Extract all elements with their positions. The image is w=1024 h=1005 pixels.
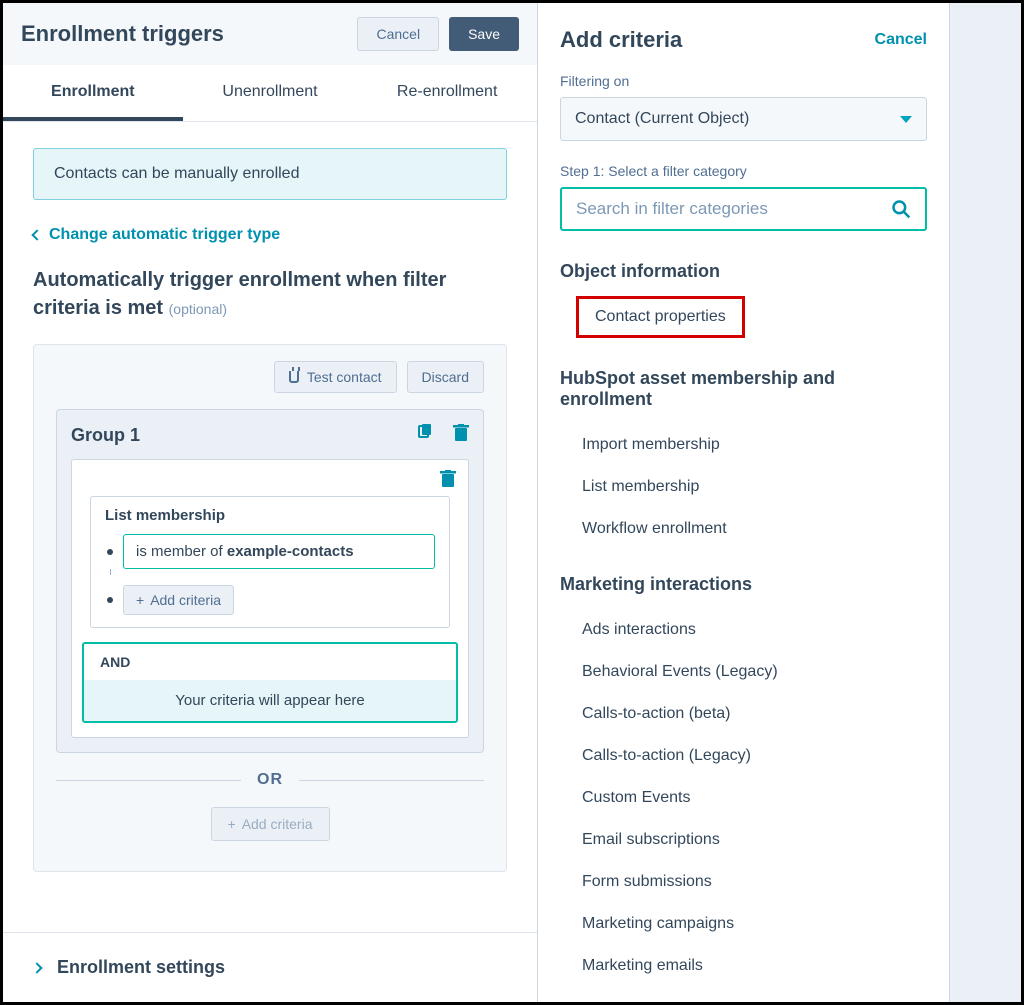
add-criteria-button-inner[interactable]: + Add criteria <box>123 585 234 615</box>
discard-button[interactable]: Discard <box>407 361 484 393</box>
and-label: AND <box>84 644 456 680</box>
item-cta-legacy[interactable]: Calls-to-action (Legacy) <box>560 735 919 777</box>
right-gutter <box>949 3 1021 1002</box>
search-box[interactable] <box>560 187 927 231</box>
left-header: Enrollment triggers Cancel Save <box>3 3 537 65</box>
filtering-on-label: Filtering on <box>560 73 927 89</box>
plus-icon: + <box>136 592 144 608</box>
item-form-submissions[interactable]: Form submissions <box>560 861 919 903</box>
filter-object-select[interactable]: Contact (Current Object) <box>560 97 927 141</box>
section-marketing-interactions: Marketing interactions Ads interactions … <box>560 574 919 987</box>
enrollment-settings-label: Enrollment settings <box>57 957 225 978</box>
group-head: Group 1 <box>71 424 469 447</box>
test-contact-label: Test contact <box>307 369 382 385</box>
add-criteria-button-bottom[interactable]: + Add criteria <box>211 807 330 841</box>
and-body: Your criteria will appear here <box>84 680 456 721</box>
section-object-info: Object information Contact properties <box>560 261 919 344</box>
item-custom-events[interactable]: Custom Events <box>560 777 919 819</box>
cancel-link[interactable]: Cancel <box>875 31 927 49</box>
right-panel: Add criteria Cancel Filtering on Contact… <box>538 3 949 1002</box>
criteria-container: Test contact Discard Group 1 <box>33 344 507 872</box>
trash-icon[interactable] <box>453 424 469 447</box>
tab-enrollment[interactable]: Enrollment <box>3 65 183 121</box>
left-panel: Enrollment triggers Cancel Save Enrollme… <box>3 3 538 1002</box>
page-title: Enrollment triggers <box>21 21 224 47</box>
bullet-icon <box>107 549 113 555</box>
example-contacts-text: example-contacts <box>227 543 354 560</box>
app-frame: Enrollment triggers Cancel Save Enrollme… <box>0 0 1024 1005</box>
tab-reenrollment[interactable]: Re-enrollment <box>357 65 537 121</box>
filter-object-value: Contact (Current Object) <box>575 110 749 128</box>
item-import-membership[interactable]: Import membership <box>560 424 919 466</box>
item-ads-interactions[interactable]: Ads interactions <box>560 609 919 651</box>
item-contact-properties[interactable]: Contact properties <box>576 296 745 338</box>
tab-unenrollment[interactable]: Unenrollment <box>183 65 358 121</box>
bullet-connector <box>110 569 111 575</box>
bullet-icon-2 <box>107 597 113 603</box>
add-criteria-bottom: + Add criteria <box>56 807 484 841</box>
auto-trigger-text: Automatically trigger enrollment when fi… <box>33 269 446 319</box>
group-icons <box>417 424 469 447</box>
filter-box: List membership is member of example-con… <box>71 459 469 738</box>
item-workflow-enrollment[interactable]: Workflow enrollment <box>560 508 919 550</box>
header-buttons: Cancel Save <box>357 17 519 51</box>
change-trigger-label: Change automatic trigger type <box>49 226 280 244</box>
or-text: OR <box>257 771 283 789</box>
group-title: Group 1 <box>71 425 140 446</box>
flask-icon <box>289 371 299 383</box>
step1-label: Step 1: Select a filter category <box>560 163 927 179</box>
caret-down-icon <box>900 116 912 123</box>
search-input[interactable] <box>576 199 891 219</box>
info-banner: Contacts can be manually enrolled <box>33 148 507 200</box>
tabs: Enrollment Unenrollment Re-enrollment <box>3 65 537 122</box>
plus-icon-bottom: + <box>228 816 236 832</box>
criteria-actions: Test contact Discard <box>56 361 484 393</box>
item-marketing-campaigns[interactable]: Marketing campaigns <box>560 903 919 945</box>
auto-trigger-heading: Automatically trigger enrollment when fi… <box>33 266 507 322</box>
or-line-left <box>56 780 241 781</box>
enrollment-settings-row[interactable]: Enrollment settings <box>3 932 537 1002</box>
is-member-text: is member of <box>136 543 227 560</box>
add-criteria-row: + Add criteria <box>107 585 435 615</box>
filter-categories[interactable]: Object information Contact properties Hu… <box>560 241 927 1002</box>
heading-asset-membership: HubSpot asset membership and enrollment <box>560 368 919 410</box>
item-cta-beta[interactable]: Calls-to-action (beta) <box>560 693 919 735</box>
member-row: is member of example-contacts <box>107 534 435 569</box>
right-header: Add criteria Cancel <box>560 27 927 53</box>
add-criteria-title: Add criteria <box>560 27 682 53</box>
item-behavioral-events[interactable]: Behavioral Events (Legacy) <box>560 651 919 693</box>
optional-label: (optional) <box>169 301 227 317</box>
change-trigger-link[interactable]: Change automatic trigger type <box>33 226 507 244</box>
item-email-subscriptions[interactable]: Email subscriptions <box>560 819 919 861</box>
or-line-right <box>299 780 484 781</box>
section-asset-membership: HubSpot asset membership and enrollment … <box>560 368 919 550</box>
membership-box: List membership is member of example-con… <box>90 496 450 628</box>
cancel-button[interactable]: Cancel <box>357 17 439 51</box>
copy-icon[interactable] <box>417 424 433 447</box>
list-membership-title: List membership <box>105 507 435 524</box>
left-body: Contacts can be manually enrolled Change… <box>3 122 537 902</box>
item-marketing-emails[interactable]: Marketing emails <box>560 945 919 987</box>
chevron-right-icon <box>31 962 42 973</box>
member-chip[interactable]: is member of example-contacts <box>123 534 435 569</box>
or-divider: OR <box>56 771 484 789</box>
add-criteria-label-inner: Add criteria <box>150 592 221 608</box>
item-list-membership[interactable]: List membership <box>560 466 919 508</box>
and-box: AND Your criteria will appear here <box>82 642 458 723</box>
search-icon <box>891 199 911 219</box>
heading-object-info: Object information <box>560 261 919 282</box>
chevron-left-icon <box>31 229 42 240</box>
add-criteria-label-bottom: Add criteria <box>242 816 313 832</box>
save-button[interactable]: Save <box>449 17 519 51</box>
group-1: Group 1 <box>56 409 484 753</box>
heading-marketing-interactions: Marketing interactions <box>560 574 919 595</box>
trash-icon-inner[interactable] <box>440 470 456 493</box>
test-contact-button[interactable]: Test contact <box>274 361 397 393</box>
